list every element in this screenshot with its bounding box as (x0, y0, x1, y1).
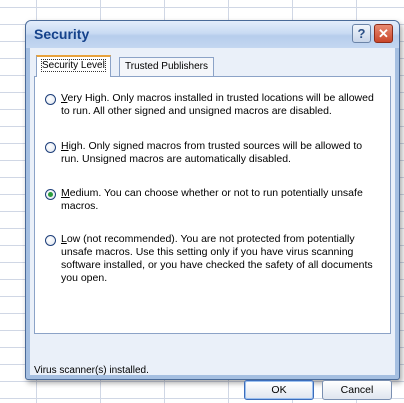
close-icon: ✕ (378, 25, 389, 41)
tab-trusted-publishers[interactable]: Trusted Publishers (119, 57, 214, 76)
tab-label: Trusted Publishers (125, 61, 208, 72)
dialog-body: Security Level Trusted Publishers Very H… (30, 48, 395, 400)
option-high[interactable]: High. Only signed macros from trusted so… (45, 140, 383, 166)
radio-low[interactable] (45, 235, 56, 246)
tab-security-level[interactable]: Security Level (36, 55, 111, 77)
radio-very-high[interactable] (45, 94, 56, 105)
option-label: Low (not recommended). You are not prote… (61, 233, 373, 284)
close-button[interactable]: ✕ (374, 24, 393, 43)
ok-button[interactable]: OK (244, 380, 314, 400)
virus-scanner-status: Virus scanner(s) installed. (34, 365, 149, 376)
dialog-title: Security (34, 26, 90, 42)
security-dialog: Security ? ✕ Security Level Trusted Publ… (25, 20, 400, 400)
option-label: Medium. You can choose whether or not to… (61, 187, 363, 212)
security-level-panel: Very High. Only macros installed in trus… (34, 76, 391, 334)
help-button[interactable]: ? (352, 24, 371, 43)
help-icon: ? (357, 26, 366, 41)
option-very-high[interactable]: Very High. Only macros installed in trus… (45, 92, 383, 118)
cancel-button[interactable]: Cancel (322, 380, 392, 400)
option-label: Very High. Only macros installed in trus… (61, 92, 374, 117)
option-label: High. Only signed macros from trusted so… (61, 140, 363, 165)
title-bar: Security ? ✕ (26, 21, 399, 48)
radio-high[interactable] (45, 142, 56, 153)
option-low[interactable]: Low (not recommended). You are not prote… (45, 233, 383, 285)
tab-label: Security Level (41, 59, 106, 72)
radio-medium[interactable] (45, 189, 56, 200)
option-medium[interactable]: Medium. You can choose whether or not to… (45, 187, 383, 213)
